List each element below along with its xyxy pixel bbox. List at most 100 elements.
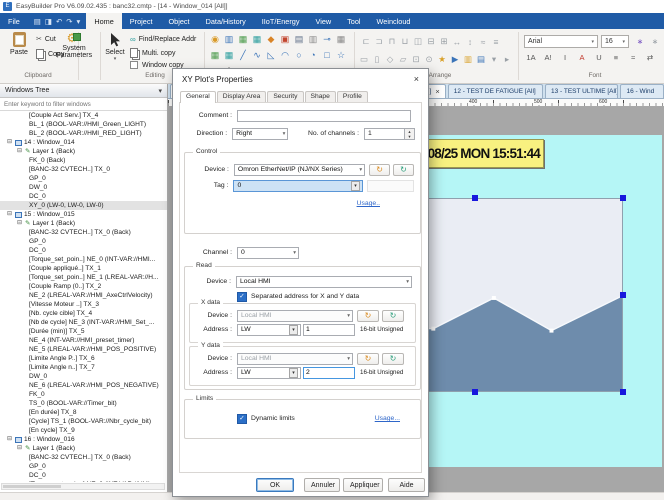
- redo-icon[interactable]: ↷: [66, 17, 72, 26]
- control-device-select[interactable]: Omron EtherNet/IP (NJ/NX Series) ▾: [234, 164, 365, 176]
- font-size-select[interactable]: 16 ▾: [601, 35, 629, 48]
- tree-item[interactable]: ⊟ ✎ [En durée] TX_8: [0, 408, 167, 417]
- tree-item[interactable]: ⊟ ✎ TS_0 (BOOL-VAR://Timer_bit): [0, 399, 167, 408]
- arrange-icon[interactable]: ≡: [490, 36, 502, 47]
- dialog-tab[interactable]: Profile: [337, 91, 368, 102]
- add-device-button[interactable]: ↻: [382, 310, 404, 322]
- checkbox-checked-icon[interactable]: ✓: [237, 292, 247, 302]
- panel-caret-icon[interactable]: ▾: [158, 87, 162, 95]
- arrange-icon[interactable]: ◫: [412, 36, 424, 47]
- expander-icon[interactable]: ⊟: [17, 147, 25, 156]
- alarm-icon[interactable]: ◆: [264, 32, 278, 46]
- channels-stepper[interactable]: 1 ▴ ▾: [364, 128, 415, 140]
- tree-item[interactable]: ⊟ ✎ NE_4 (INT-VAR://HMI_preset_timer): [0, 336, 167, 345]
- canvas-tab[interactable]: 16 - Wind: [620, 84, 664, 98]
- tree-item[interactable]: ⊟ ✎ GP_0: [0, 237, 167, 246]
- close-icon[interactable]: ×: [435, 87, 439, 96]
- arrange-icon[interactable]: ★: [436, 54, 448, 65]
- tree-item[interactable]: ⊟ ✎ NE_6 (LREAL-VAR://HMI_POS_NEGATIVE): [0, 381, 167, 390]
- tree-filter-input[interactable]: [0, 98, 167, 111]
- arrange-icon[interactable]: ◇: [384, 54, 396, 65]
- preview-icon[interactable]: ◨: [45, 17, 52, 26]
- x-address-type-select[interactable]: LW ▾: [237, 324, 301, 336]
- ok-button[interactable]: OK: [256, 478, 294, 492]
- selection-handle[interactable]: [472, 389, 478, 395]
- tree-item[interactable]: ⊟ ✎ [Cycle] TS_1 (BOOL-VAR://Nbr_cycle_b…: [0, 417, 167, 426]
- system-parameters-button[interactable]: ⚙ System Parameters: [48, 32, 100, 59]
- menu-item[interactable]: Data/History: [198, 13, 254, 29]
- dialog-tab[interactable]: General: [180, 91, 216, 103]
- arrange-icon[interactable]: ▭: [358, 54, 370, 65]
- menu-item[interactable]: View: [307, 13, 339, 29]
- help-button[interactable]: Aide: [388, 478, 425, 492]
- bargraph-icon[interactable]: ▤: [292, 32, 306, 46]
- checkbox-checked-icon[interactable]: ✓: [237, 414, 247, 424]
- direction-select[interactable]: Right ▾: [232, 128, 288, 140]
- arrange-icon[interactable]: ⊓: [386, 36, 398, 47]
- wave-icon[interactable]: ∿: [250, 48, 264, 62]
- keypad-icon[interactable]: ▦: [208, 48, 222, 62]
- arrange-icon[interactable]: ↔: [451, 36, 463, 47]
- spin-down-icon[interactable]: ▾: [405, 134, 414, 139]
- tree-item[interactable]: ⊟ ✎ Layer 1 (Back): [0, 444, 167, 453]
- tree-horizontal-scrollbar[interactable]: [1, 483, 165, 490]
- dialog-tab[interactable]: Shape: [305, 91, 336, 102]
- menu-item[interactable]: IIoT/Energy: [254, 13, 308, 29]
- arrange-icon[interactable]: ▾: [488, 54, 500, 65]
- circle-icon[interactable]: ○: [292, 48, 306, 62]
- arrange-icon[interactable]: ▥: [462, 54, 474, 65]
- add-device-button[interactable]: ↻: [382, 353, 404, 365]
- tree-item[interactable]: ⊟ ✎ [Nb de cycle] NE_3 (INT-VAR://HMI_Se…: [0, 318, 167, 327]
- tree-item[interactable]: ⊟ ✎ DC_0: [0, 471, 167, 480]
- tree-item[interactable]: ⊟ ✎ [Limite Angle n..] TX_7: [0, 363, 167, 372]
- expander-icon[interactable]: ⊟: [7, 138, 15, 147]
- arrange-icon[interactable]: ⊙: [423, 54, 435, 65]
- list-icon[interactable]: ▥: [306, 32, 320, 46]
- read-device-select[interactable]: Local HMI ▾: [236, 276, 412, 288]
- tree-item[interactable]: ⊟ ✎ DC_0: [0, 192, 167, 201]
- comment-input[interactable]: [237, 110, 411, 122]
- bulb-icon[interactable]: ◉: [208, 32, 222, 46]
- tree-item[interactable]: ⊟ ✎ FK_0: [0, 390, 167, 399]
- menu-item[interactable]: Project: [122, 13, 161, 29]
- select-tool-button[interactable]: Select ▾: [102, 33, 128, 62]
- format-icon[interactable]: ⇄: [643, 53, 657, 62]
- arrange-icon[interactable]: ⊏: [360, 36, 372, 47]
- menu-item[interactable]: Weincloud: [369, 13, 419, 29]
- paste-button[interactable]: Paste: [4, 32, 34, 56]
- usage-link[interactable]: Usage..: [357, 200, 380, 207]
- expander-icon[interactable]: ⊟: [7, 435, 15, 444]
- undo-icon[interactable]: ↶: [56, 17, 62, 26]
- menu-file[interactable]: File: [0, 13, 28, 29]
- tree-item[interactable]: ⊟ ✎ NE_2 (LREAL-VAR://HMI_AxeCtrlVelocit…: [0, 291, 167, 300]
- tree-item[interactable]: ⊟ ✎ FK_0 (Back): [0, 156, 167, 165]
- arrange-icon[interactable]: ≈: [477, 36, 489, 47]
- chevron-down-icon[interactable]: ▾: [289, 325, 298, 335]
- apply-button[interactable]: Appliquer: [343, 478, 383, 492]
- expander-icon[interactable]: ⊟: [17, 219, 25, 228]
- selection-handle[interactable]: [620, 195, 626, 201]
- chevron-down-icon[interactable]: ▾: [102, 56, 128, 62]
- cancel-button[interactable]: Annuler: [304, 478, 340, 492]
- x-address-input[interactable]: [303, 324, 355, 336]
- tree-item[interactable]: ⊟ ✎ [Couple Ramp (0..] TX_2: [0, 282, 167, 291]
- format-icon[interactable]: A: [575, 53, 589, 62]
- device-settings-button[interactable]: ↻: [369, 164, 390, 176]
- canvas-tab[interactable]: 12 - TEST DE FATIGUE [All]: [448, 84, 543, 98]
- pie-icon[interactable]: ◔: [306, 48, 320, 62]
- tree-item[interactable]: ⊟ ✎ 15 : Window_015: [0, 210, 167, 219]
- tree-item[interactable]: ⊟ ✎ [En cycle] TX_9: [0, 426, 167, 435]
- schedule-icon[interactable]: ▦: [236, 32, 250, 46]
- windows-tree-header[interactable]: Windows Tree ▾: [0, 84, 167, 98]
- dialog-tab[interactable]: Display Area: [217, 91, 267, 102]
- y-address-input[interactable]: [303, 367, 355, 379]
- selection-handle[interactable]: [620, 389, 626, 395]
- find-replace-addr-button[interactable]: ∞ Find/Replace Addr: [130, 35, 196, 44]
- tree-item[interactable]: ⊟ ✎ GP_0: [0, 174, 167, 183]
- font-family-select[interactable]: Arial ▾: [524, 35, 598, 48]
- dialog-tab[interactable]: Security: [267, 91, 303, 102]
- line-icon[interactable]: ╱: [236, 48, 250, 62]
- tree-item[interactable]: ⊟ ✎ DW_0: [0, 183, 167, 192]
- tree-item[interactable]: ⊟ ✎ [Vitesse Moteur ..] TX_3: [0, 300, 167, 309]
- expander-icon[interactable]: ⊟: [17, 444, 25, 453]
